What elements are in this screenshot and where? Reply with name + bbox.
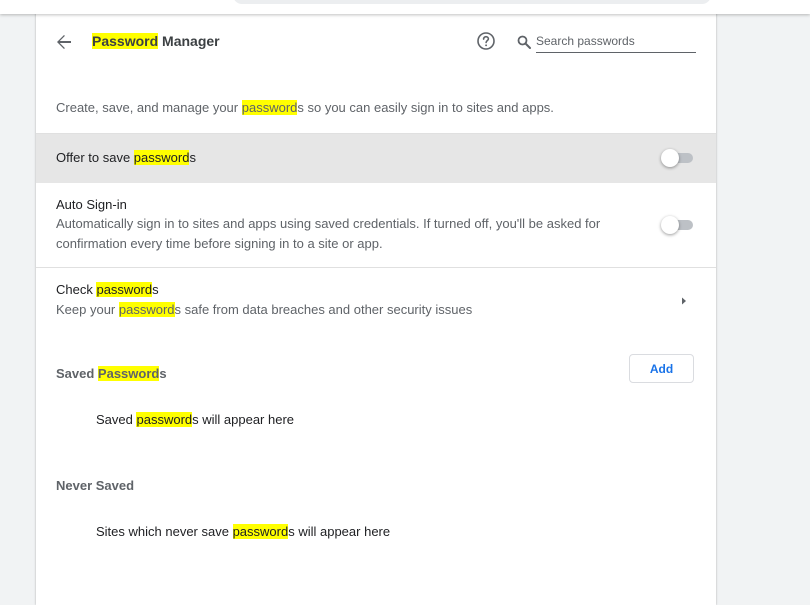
search-box bbox=[516, 30, 696, 54]
check-sub-highlight: password bbox=[118, 302, 175, 317]
arrow-back-icon bbox=[57, 35, 71, 49]
never-saved-empty-message: Sites which never save passwords will ap… bbox=[96, 524, 390, 540]
browser-search-pill bbox=[233, 0, 711, 4]
toggle-knob bbox=[661, 149, 679, 167]
auto-signin-toggle[interactable] bbox=[661, 216, 695, 234]
check-sub-suffix: s safe from data breaches and other secu… bbox=[174, 302, 473, 317]
offer-to-save-toggle[interactable] bbox=[661, 149, 695, 167]
check-passwords-description: Keep your passwords safe from data breac… bbox=[56, 300, 616, 320]
description-text: Create, save, and manage your bbox=[56, 100, 242, 115]
saved-empty-suffix: s will appear here bbox=[192, 412, 295, 427]
help-circle-icon bbox=[477, 32, 495, 50]
offer-label-suffix: s bbox=[189, 150, 196, 165]
add-password-button[interactable]: Add bbox=[629, 354, 694, 383]
check-sub-text: Keep your bbox=[56, 302, 119, 317]
chevron-right-icon bbox=[682, 297, 686, 305]
auto-signin-row[interactable]: Auto Sign-in Automatically sign in to si… bbox=[36, 182, 716, 267]
never-saved-heading: Never Saved bbox=[56, 478, 135, 493]
check-label-suffix: s bbox=[152, 282, 159, 297]
check-passwords-arrow[interactable] bbox=[678, 294, 690, 306]
password-manager-card: Password Manager Create, save, and manag… bbox=[36, 0, 716, 605]
saved-heading-suffix: s bbox=[159, 366, 167, 381]
top-bar bbox=[0, 0, 810, 14]
search-input[interactable] bbox=[536, 30, 696, 53]
saved-heading-text: Saved bbox=[56, 366, 98, 381]
offer-to-save-row[interactable]: Offer to save passwords bbox=[36, 133, 716, 183]
description-text-end: s so you can easily sign in to sites and… bbox=[297, 100, 554, 115]
back-button[interactable] bbox=[52, 30, 76, 54]
never-empty-suffix: s will appear here bbox=[288, 524, 391, 539]
check-label-highlight: password bbox=[96, 282, 153, 297]
never-empty-highlight: password bbox=[232, 524, 289, 539]
check-passwords-row[interactable]: Check passwords Keep your passwords safe… bbox=[36, 267, 716, 333]
search-icon bbox=[517, 35, 531, 49]
toggle-knob bbox=[661, 216, 679, 234]
offer-to-save-label: Offer to save passwords bbox=[56, 150, 196, 166]
description-highlight: password bbox=[241, 100, 298, 115]
saved-passwords-empty-message: Saved passwords will appear here bbox=[96, 412, 294, 428]
auto-signin-label: Auto Sign-in bbox=[56, 197, 127, 212]
saved-empty-highlight: password bbox=[136, 412, 193, 427]
page-title: Password Manager bbox=[92, 33, 220, 49]
saved-heading-highlight: Password bbox=[97, 366, 160, 381]
title-rest: Manager bbox=[158, 33, 220, 49]
offer-label-highlight: password bbox=[133, 150, 190, 165]
never-empty-text: Sites which never save bbox=[96, 524, 233, 539]
offer-label-text: Offer to save bbox=[56, 150, 134, 165]
auto-signin-description: Automatically sign in to sites and apps … bbox=[56, 216, 601, 251]
help-button[interactable] bbox=[476, 31, 496, 51]
saved-empty-text: Saved bbox=[96, 412, 137, 427]
page-description: Create, save, and manage your passwords … bbox=[56, 100, 554, 116]
page-header: Password Manager bbox=[36, 14, 716, 70]
title-highlight: Password bbox=[92, 33, 159, 49]
check-label-text: Check bbox=[56, 282, 97, 297]
saved-passwords-heading: Saved Passwords bbox=[56, 366, 167, 382]
check-passwords-label: Check passwords bbox=[56, 282, 159, 298]
